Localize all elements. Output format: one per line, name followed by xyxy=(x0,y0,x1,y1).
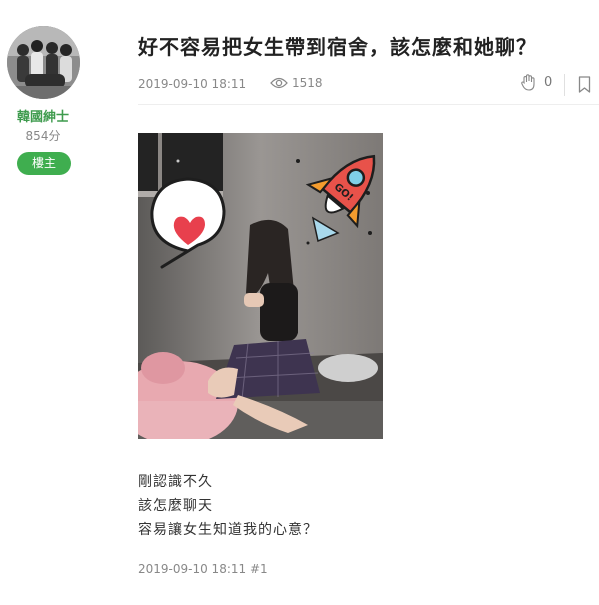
avatar[interactable] xyxy=(7,26,80,99)
op-badge: 樓主 xyxy=(17,152,71,175)
like-button[interactable]: 0 xyxy=(521,74,552,91)
view-count: 1518 xyxy=(270,76,323,90)
eye-icon xyxy=(270,77,288,89)
floor-number[interactable]: #1 xyxy=(250,562,268,576)
post-image[interactable]: GO! xyxy=(138,133,383,439)
like-count: 0 xyxy=(544,75,553,90)
body-line: 剛認識不久 xyxy=(138,474,213,490)
author-score: 854分 xyxy=(25,129,61,143)
footer-date: 2019-09-10 18:11 xyxy=(138,562,247,576)
post-title: 好不容易把女生帶到宿舍，該怎麼和她聊？ xyxy=(138,35,537,59)
meta-divider xyxy=(564,74,565,96)
post-date: 2019-09-10 18:11 xyxy=(138,77,247,91)
clap-hand-icon xyxy=(521,74,535,91)
body-line: 容易讓女生知道我的心意？ xyxy=(138,522,318,538)
post-footer: 2019-09-10 18:11 #1 xyxy=(138,562,268,576)
header-divider xyxy=(138,104,599,105)
author-name[interactable]: 韓國紳士 xyxy=(0,106,86,125)
post-body: 剛認識不久 該怎麼聊天 容易讓女生知道我的心意？ xyxy=(138,470,318,542)
bookmark-button[interactable] xyxy=(578,76,591,97)
bookmark-icon xyxy=(578,76,591,93)
body-line: 該怎麼聊天 xyxy=(138,498,213,514)
view-count-value: 1518 xyxy=(292,76,323,90)
